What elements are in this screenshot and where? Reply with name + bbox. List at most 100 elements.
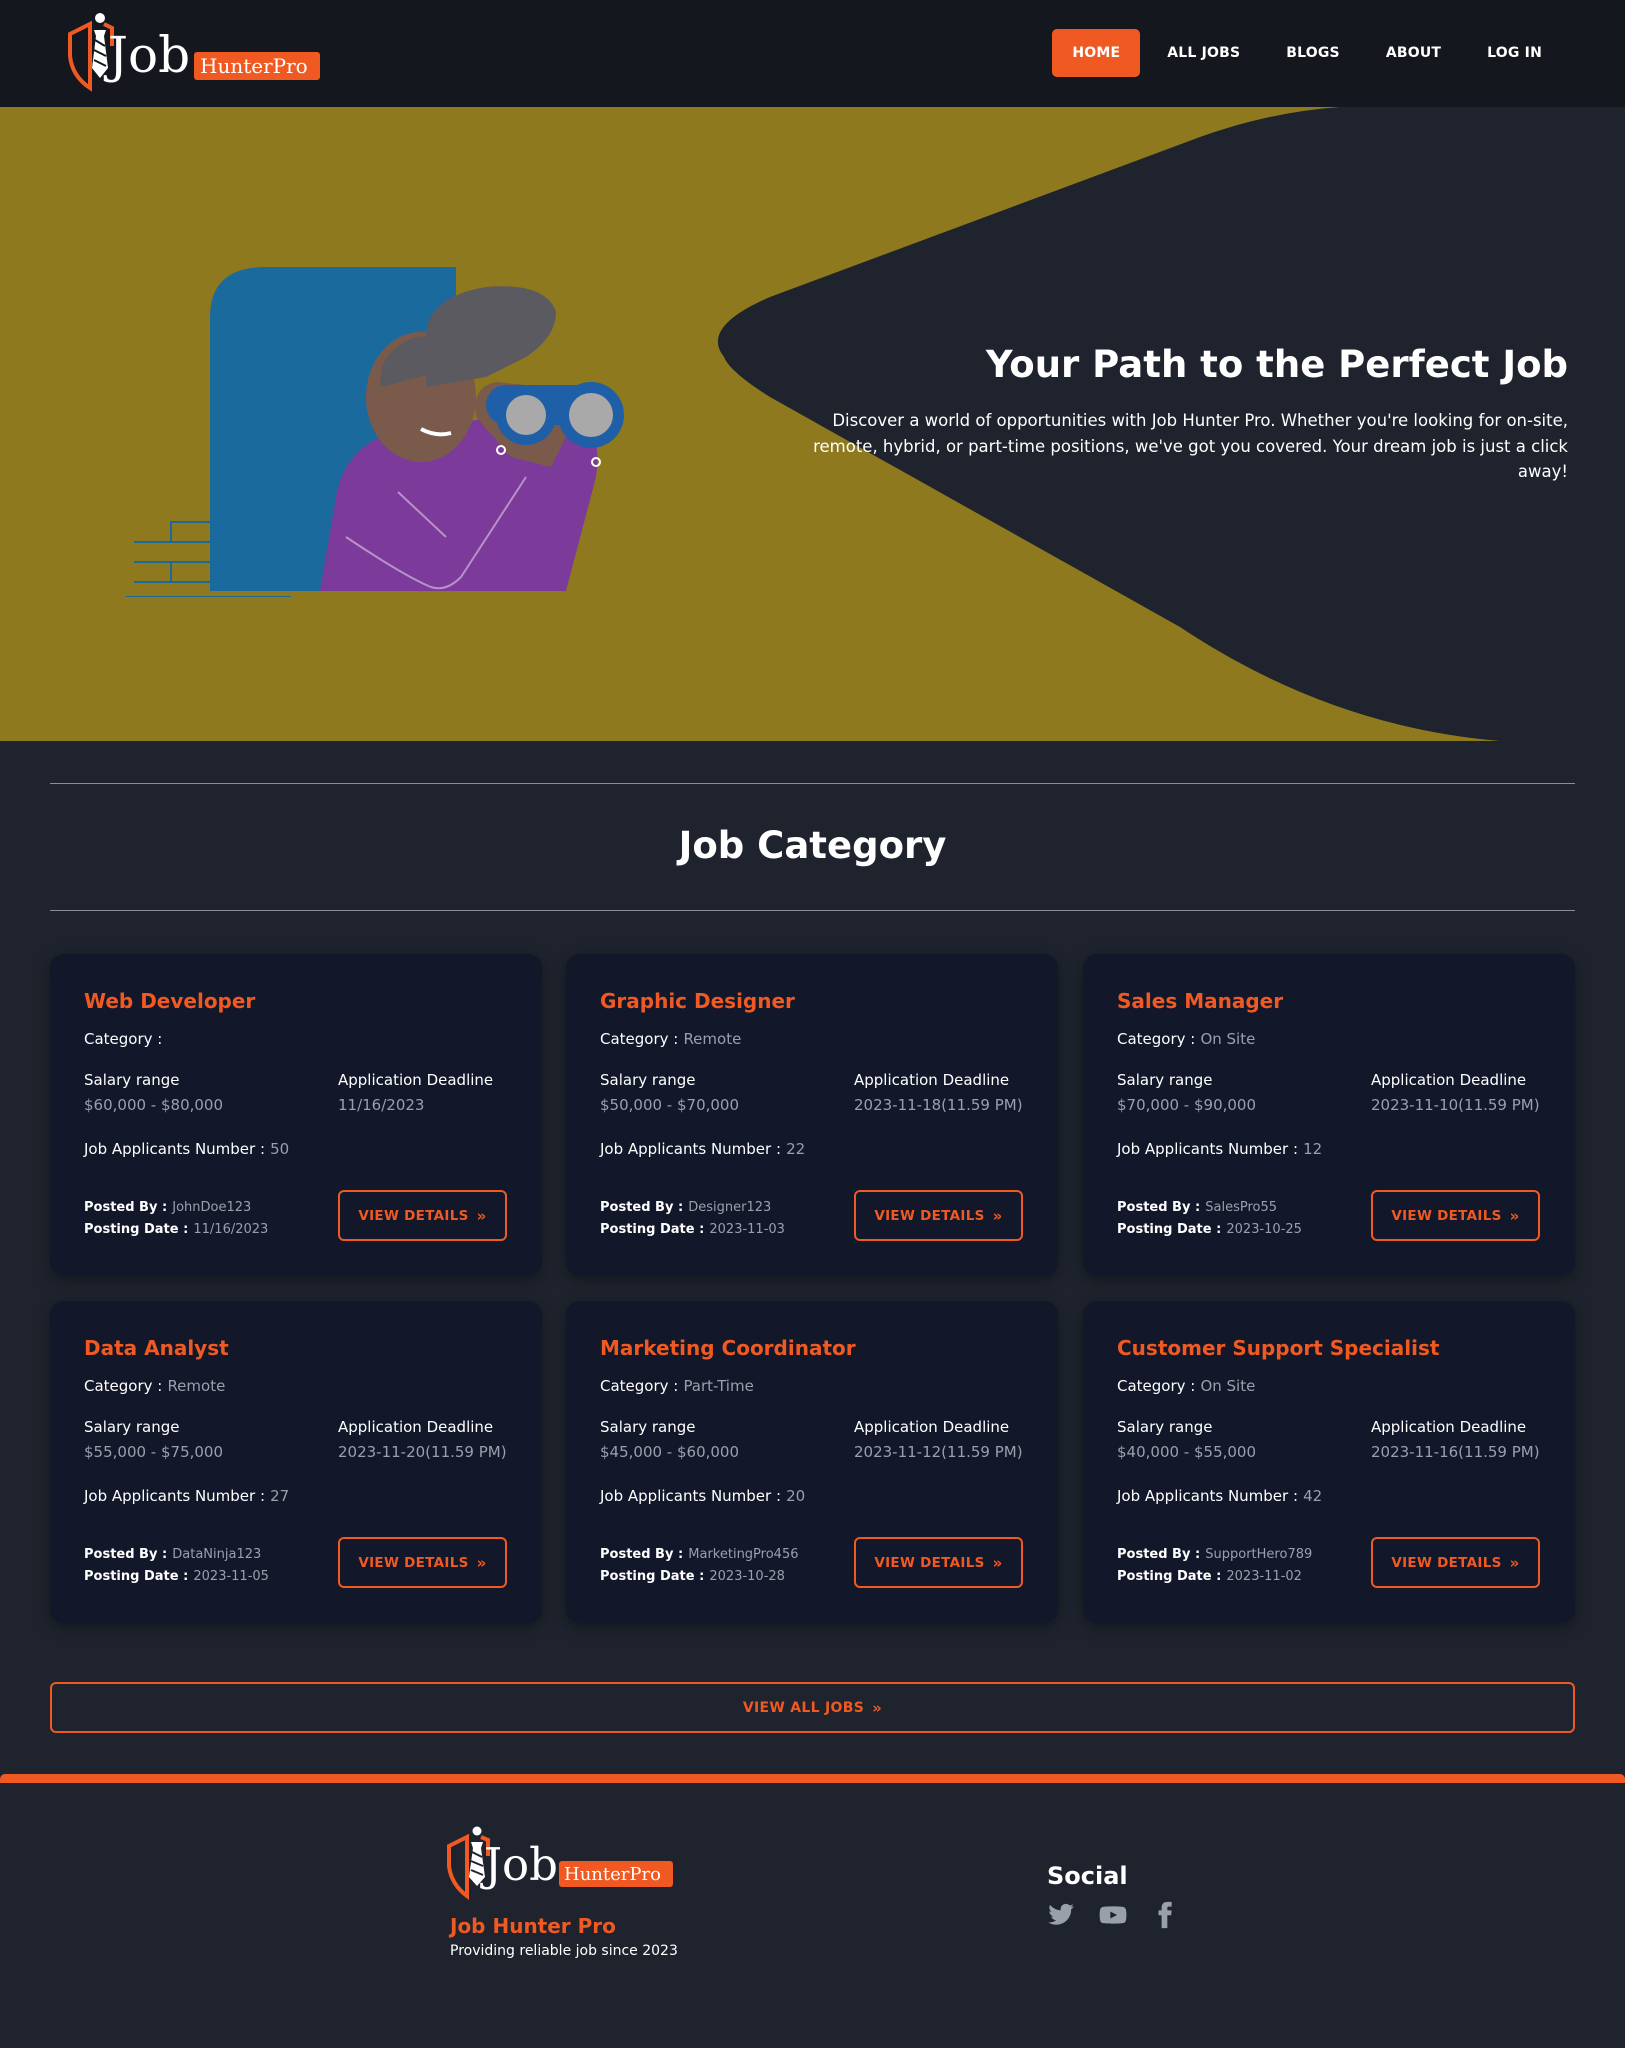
salary-label: Salary range [1117, 1418, 1213, 1436]
view-details-button[interactable]: VIEW DETAILS » [338, 1537, 507, 1588]
section-title: Job Category [678, 824, 947, 867]
applicants-label: Job Applicants Number : [600, 1487, 782, 1505]
salary-value: $60,000 - $80,000 [84, 1096, 224, 1114]
category-value: Remote [683, 1030, 742, 1048]
applicants-count: Job Applicants Number : 27 [84, 1486, 289, 1505]
salary-label: Salary range [1117, 1071, 1213, 1089]
view-details-label: VIEW DETAILS [874, 1554, 985, 1571]
job-card: Sales Manager Category : On Site Salary … [1083, 954, 1575, 1276]
svg-text:HunterPro: HunterPro [564, 1864, 661, 1885]
deadline-label: Application Deadline [1371, 1071, 1527, 1089]
salary-value: $55,000 - $75,000 [84, 1443, 224, 1461]
social-links [1047, 1901, 1203, 1929]
salary-label: Salary range [84, 1418, 180, 1436]
posted-by: Posted By : JohnDoe123 [84, 1196, 251, 1215]
view-details-label: VIEW DETAILS [358, 1207, 469, 1224]
applicants-label: Job Applicants Number : [1117, 1140, 1299, 1158]
posted-by: Posted By : DataNinja123 [84, 1543, 261, 1562]
double-chevron-right-icon: » [992, 1553, 1003, 1572]
job-category: Category : Part-Time [600, 1376, 754, 1395]
salary-value: $50,000 - $70,000 [600, 1096, 740, 1114]
job-category: Category : Remote [600, 1029, 741, 1048]
category-value: On Site [1200, 1377, 1256, 1395]
applicants-label: Job Applicants Number : [84, 1487, 266, 1505]
footer-accent-bar [0, 1774, 1625, 1783]
facebook-icon[interactable] [1151, 1901, 1179, 1929]
view-details-button[interactable]: VIEW DETAILS » [854, 1537, 1023, 1588]
salary-label: Salary range [600, 1071, 696, 1089]
svg-text:Job: Job [103, 26, 190, 84]
category-value: Remote [167, 1377, 226, 1395]
job-title[interactable]: Marketing Coordinator [600, 1336, 856, 1360]
posting-date-label: Posting Date : [1117, 1569, 1222, 1584]
view-details-button[interactable]: VIEW DETAILS » [1371, 1537, 1540, 1588]
footer-logo[interactable]: Job HunterPro [445, 1820, 675, 1904]
category-label: Category : [600, 1377, 679, 1395]
posted-by: Posted By : SupportHero789 [1117, 1543, 1312, 1562]
social-title: Social [1047, 1862, 1128, 1890]
posted-by-label: Posted By : [600, 1547, 684, 1562]
posting-date: Posting Date : 11/16/2023 [84, 1218, 268, 1237]
job-category: Category : On Site [1117, 1376, 1255, 1395]
hero-description: Discover a world of opportunities with J… [813, 411, 1568, 481]
applicants-value: 42 [1303, 1487, 1323, 1505]
double-chevron-right-icon: » [1509, 1206, 1520, 1225]
double-chevron-right-icon: » [992, 1206, 1003, 1225]
posting-date: Posting Date : 2023-10-25 [1117, 1218, 1302, 1237]
job-card: Graphic Designer Category : Remote Salar… [566, 954, 1058, 1276]
job-title[interactable]: Sales Manager [1117, 989, 1283, 1013]
deadline-label: Application Deadline [854, 1418, 1010, 1436]
nav-blogs[interactable]: BLOGS [1263, 29, 1363, 77]
posted-by: Posted By : SalesPro55 [1117, 1196, 1277, 1215]
posted-by-value: DataNinja123 [172, 1547, 262, 1562]
posted-by-label: Posted By : [600, 1200, 684, 1215]
posted-by-value: Designer123 [688, 1200, 772, 1215]
category-value: Part-Time [683, 1377, 754, 1395]
svg-text:HunterPro: HunterPro [200, 54, 308, 78]
view-all-jobs-button[interactable]: VIEW ALL JOBS » [50, 1682, 1575, 1733]
view-details-button[interactable]: VIEW DETAILS » [1371, 1190, 1540, 1241]
section-divider-bottom [50, 910, 1575, 911]
category-value: On Site [1200, 1030, 1256, 1048]
svg-text:Job: Job [480, 1838, 558, 1891]
job-title[interactable]: Data Analyst [84, 1336, 229, 1360]
applicants-count: Job Applicants Number : 12 [1117, 1139, 1322, 1158]
job-card: Customer Support Specialist Category : O… [1083, 1301, 1575, 1623]
posting-date: Posting Date : 2023-11-05 [84, 1565, 269, 1584]
job-title[interactable]: Customer Support Specialist [1117, 1336, 1439, 1360]
applicants-value: 22 [786, 1140, 806, 1158]
posting-date-label: Posting Date : [84, 1222, 189, 1237]
nav-all-jobs[interactable]: ALL JOBS [1144, 29, 1263, 77]
view-details-button[interactable]: VIEW DETAILS » [854, 1190, 1023, 1241]
posting-date-value: 2023-11-02 [1226, 1569, 1302, 1584]
view-details-button[interactable]: VIEW DETAILS » [338, 1190, 507, 1241]
deadline-label: Application Deadline [1371, 1418, 1527, 1436]
twitter-icon[interactable] [1047, 1901, 1075, 1929]
posted-by-label: Posted By : [84, 1200, 168, 1215]
posted-by-value: MarketingPro456 [688, 1547, 799, 1562]
applicants-label: Job Applicants Number : [84, 1140, 266, 1158]
category-label: Category : [1117, 1030, 1196, 1048]
nav-log-in[interactable]: LOG IN [1464, 29, 1565, 77]
posted-by-value: SalesPro55 [1205, 1200, 1278, 1215]
posted-by-label: Posted By : [1117, 1200, 1201, 1215]
applicants-label: Job Applicants Number : [1117, 1487, 1299, 1505]
applicants-value: 12 [1303, 1140, 1323, 1158]
nav-home[interactable]: HOME [1052, 29, 1141, 77]
job-hunter-pro-logo[interactable]: Job HunterPro [64, 6, 324, 98]
binoculars-person-illustration [126, 267, 624, 597]
deadline-value: 11/16/2023 [338, 1096, 425, 1114]
job-title[interactable]: Web Developer [84, 989, 255, 1013]
posted-by-label: Posted By : [1117, 1547, 1201, 1562]
job-title[interactable]: Graphic Designer [600, 989, 795, 1013]
deadline-label: Application Deadline [338, 1071, 494, 1089]
nav-about[interactable]: ABOUT [1363, 29, 1464, 77]
job-category: Category : On Site [1117, 1029, 1255, 1048]
deadline-value: 2023-11-18(11.59 PM) [854, 1096, 1023, 1114]
youtube-icon[interactable] [1099, 1901, 1127, 1929]
deadline-value: 2023-11-12(11.59 PM) [854, 1443, 1023, 1461]
view-details-label: VIEW DETAILS [1391, 1207, 1502, 1224]
job-category: Category : Remote [84, 1376, 225, 1395]
posting-date: Posting Date : 2023-11-03 [600, 1218, 785, 1237]
posting-date: Posting Date : 2023-10-28 [600, 1565, 785, 1584]
